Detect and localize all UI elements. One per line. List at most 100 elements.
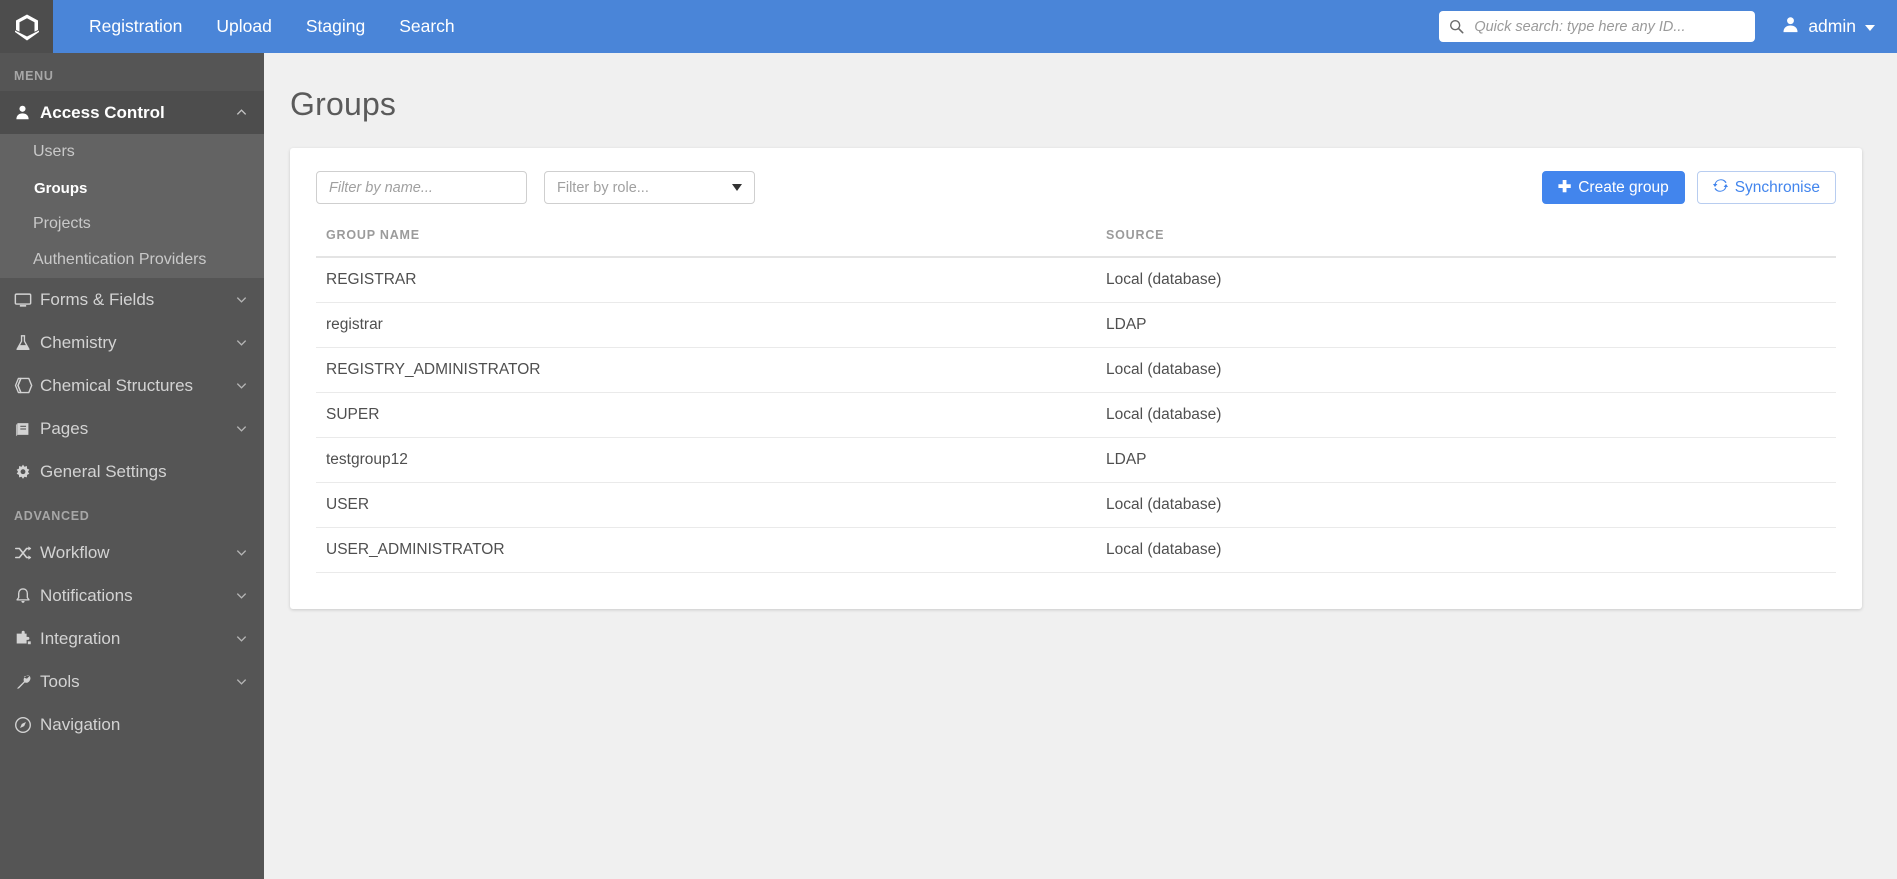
sidebar-item-access-control[interactable]: Access Control (0, 91, 264, 134)
user-menu-label: admin (1808, 16, 1856, 37)
nav-link-staging[interactable]: Staging (289, 0, 382, 53)
sidebar-item-integration[interactable]: Integration (0, 617, 264, 660)
sidebar-item-label: Integration (40, 629, 234, 649)
cell-source: LDAP (1096, 438, 1836, 483)
primary-nav: Registration Upload Staging Search (72, 0, 472, 53)
cell-source: Local (database) (1096, 348, 1836, 393)
groups-toolbar: Filter by role... ✚ Create group Synchro… (316, 171, 1836, 204)
cell-group-name: REGISTRY_ADMINISTRATOR (316, 348, 1096, 393)
shuffle-icon (14, 544, 40, 562)
page-title: Groups (264, 53, 1897, 123)
user-avatar-icon (1781, 15, 1800, 39)
user-menu[interactable]: admin (1781, 15, 1875, 39)
groups-table-head: GROUP NAME SOURCE (316, 228, 1836, 257)
cell-source: Local (database) (1096, 483, 1836, 528)
chevron-up-icon (234, 106, 248, 119)
sidebar-item-label: Tools (40, 672, 234, 692)
chevron-down-icon (234, 589, 248, 602)
sidebar-item-notifications[interactable]: Notifications (0, 574, 264, 617)
plus-icon: ✚ (1558, 180, 1571, 196)
sidebar-item-chemical-structures[interactable]: Chemical Structures (0, 364, 264, 407)
create-group-label: Create group (1578, 179, 1668, 197)
groups-table-body: REGISTRARLocal (database)registrarLDAPRE… (316, 257, 1836, 573)
topbar-right-cluster: admin (1439, 11, 1897, 42)
hexagon-icon (14, 376, 40, 395)
sidebar-item-tools[interactable]: Tools (0, 660, 264, 703)
nav-link-upload[interactable]: Upload (199, 0, 288, 53)
table-row[interactable]: USER_ADMINISTRATORLocal (database) (316, 528, 1836, 573)
sidebar-item-label: Forms & Fields (40, 290, 234, 310)
table-row[interactable]: USERLocal (database) (316, 483, 1836, 528)
table-header-row: GROUP NAME SOURCE (316, 228, 1836, 257)
sidebar-submenu-access-control: Users Groups Projects Authentication Pro… (0, 134, 264, 278)
filter-by-role-value: Filter by role... (557, 180, 732, 196)
synchronise-label: Synchronise (1735, 179, 1820, 197)
cell-group-name: REGISTRAR (316, 257, 1096, 303)
table-row[interactable]: testgroup12LDAP (316, 438, 1836, 483)
table-row[interactable]: SUPERLocal (database) (316, 393, 1836, 438)
sidebar-item-label: Workflow (40, 543, 234, 563)
cell-group-name: USER_ADMINISTRATOR (316, 528, 1096, 573)
app-logo[interactable] (0, 0, 53, 53)
chevron-down-icon (1865, 25, 1875, 31)
wrench-icon (14, 673, 40, 691)
sidebar-item-label: Chemistry (40, 333, 234, 353)
bell-icon (14, 587, 40, 605)
book-icon (14, 420, 40, 438)
refresh-icon (1713, 178, 1728, 198)
column-header-group-name[interactable]: GROUP NAME (316, 228, 1096, 257)
table-row[interactable]: registrarLDAP (316, 303, 1836, 348)
flask-icon (14, 334, 40, 352)
sidebar-item-navigation[interactable]: Navigation (0, 703, 264, 746)
cell-source: Local (database) (1096, 257, 1836, 303)
sidebar: MENU Access Control Users Groups Project… (0, 53, 264, 879)
sidebar-item-general-settings[interactable]: General Settings (0, 450, 264, 493)
search-input[interactable] (1467, 12, 1755, 41)
chevron-down-icon (234, 546, 248, 559)
cube-logo-icon (10, 10, 44, 44)
toolbar-actions: ✚ Create group Synchronise (1542, 171, 1836, 204)
synchronise-button[interactable]: Synchronise (1697, 171, 1836, 204)
sidebar-item-users[interactable]: Users (0, 134, 264, 170)
chevron-down-icon (234, 336, 248, 349)
chevron-down-icon (234, 293, 248, 306)
sidebar-section-menu-label: MENU (0, 53, 264, 91)
cell-group-name: USER (316, 483, 1096, 528)
nav-link-search[interactable]: Search (382, 0, 471, 53)
compass-icon (14, 716, 40, 734)
groups-table: GROUP NAME SOURCE REGISTRARLocal (databa… (316, 228, 1836, 573)
table-row[interactable]: REGISTRY_ADMINISTRATORLocal (database) (316, 348, 1836, 393)
sidebar-item-workflow[interactable]: Workflow (0, 531, 264, 574)
nav-link-registration[interactable]: Registration (72, 0, 199, 53)
sidebar-item-authentication-providers[interactable]: Authentication Providers (0, 242, 264, 278)
chevron-down-icon (234, 675, 248, 688)
sidebar-item-pages[interactable]: Pages (0, 407, 264, 450)
filter-by-role-select[interactable]: Filter by role... (544, 171, 755, 204)
sidebar-item-groups[interactable]: Groups (0, 170, 264, 206)
sidebar-item-projects[interactable]: Projects (0, 206, 264, 242)
create-group-button[interactable]: ✚ Create group (1542, 171, 1685, 204)
sidebar-item-label: Chemical Structures (40, 376, 234, 396)
sidebar-item-forms-and-fields[interactable]: Forms & Fields (0, 278, 264, 321)
sidebar-item-label: Access Control (40, 103, 234, 123)
sidebar-item-label: Notifications (40, 586, 234, 606)
cell-source: Local (database) (1096, 393, 1836, 438)
chevron-down-icon (234, 632, 248, 645)
cell-group-name: SUPER (316, 393, 1096, 438)
search-icon (1449, 19, 1467, 34)
filter-by-name-input[interactable] (316, 171, 527, 204)
monitor-icon (14, 291, 40, 309)
chevron-down-icon (234, 422, 248, 435)
sidebar-item-label: Navigation (40, 715, 234, 735)
table-row[interactable]: REGISTRARLocal (database) (316, 257, 1836, 303)
column-header-source[interactable]: SOURCE (1096, 228, 1836, 257)
quick-search-box[interactable] (1439, 11, 1755, 42)
cell-group-name: registrar (316, 303, 1096, 348)
puzzle-icon (14, 630, 40, 648)
cell-source: LDAP (1096, 303, 1836, 348)
sidebar-item-label: Pages (40, 419, 234, 439)
chevron-down-icon (234, 379, 248, 392)
sidebar-item-chemistry[interactable]: Chemistry (0, 321, 264, 364)
main-content: Groups Filter by role... ✚ Create group (264, 53, 1897, 879)
top-navigation-bar: Registration Upload Staging Search admin (0, 0, 1897, 53)
